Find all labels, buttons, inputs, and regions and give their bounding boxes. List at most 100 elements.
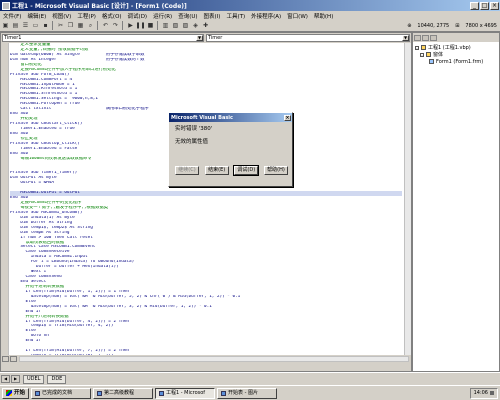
title-bar[interactable]: 工程1 - Microsoft Visual Basic [设计] - [For… xyxy=(0,0,500,11)
menu-format[interactable]: 格式(O) xyxy=(99,12,125,20)
project-explorer-icon[interactable]: ▥ xyxy=(161,21,170,30)
paste-icon[interactable]: ▦ xyxy=(76,21,85,30)
size-icon: ⊞ xyxy=(455,22,460,29)
dialog-title-bar[interactable]: Microsoft Visual Basic × xyxy=(169,113,292,122)
menu-query[interactable]: 查询(U) xyxy=(175,12,200,20)
vertical-scrollbar[interactable] xyxy=(404,43,411,355)
minimize-button[interactable]: _ xyxy=(470,1,479,10)
windows-taskbar: 开始 已完成的文档 第二高级教程 工程1 - Microsof 开始表 - 图片… xyxy=(0,385,500,400)
full-module-view-button[interactable] xyxy=(10,356,17,362)
menu-project[interactable]: 工程(P) xyxy=(74,12,99,20)
copy-icon[interactable]: ❐ xyxy=(66,21,75,30)
code-editor[interactable]: 定义整体变量量 定义变量,,转报的 接收数据平均数 Dim datetmp(600… xyxy=(1,43,411,355)
menu-help[interactable]: 帮助(H) xyxy=(311,12,336,20)
menu-diagram[interactable]: 图表(I) xyxy=(201,12,224,20)
ide-status-bar: ◀ ▶ UDEL DDE xyxy=(0,372,500,385)
code-view-bar xyxy=(1,355,411,363)
collapse-icon[interactable]: - xyxy=(415,45,419,50)
window-title: 工程1 - Microsoft Visual Basic [设计] - [For… xyxy=(12,3,187,10)
tray-icon[interactable] xyxy=(490,391,494,395)
toolbox-icon[interactable]: ✚ xyxy=(201,21,210,30)
position-value: 10440, 2775 xyxy=(417,22,450,29)
properties-icon[interactable]: ▧ xyxy=(171,21,180,30)
document-icon xyxy=(97,390,103,396)
form1-label: Form1 (Form1.frm) xyxy=(436,58,484,65)
code-lines: 定义整体变量量 定义变量,,转报的 接收数据平均数 Dim datetmp(600… xyxy=(10,43,402,355)
form-icon xyxy=(429,59,434,64)
toggle-folders-button[interactable] xyxy=(430,34,437,41)
end-button[interactable]: 结束(E) xyxy=(204,166,229,175)
find-icon[interactable]: ⌕ xyxy=(86,21,95,30)
end-icon[interactable]: ■ xyxy=(146,21,155,30)
tree-node-forms[interactable]: - 窗体 xyxy=(415,51,497,58)
taskbar-item-active[interactable]: 工程1 - Microsof xyxy=(155,387,216,399)
help-button[interactable]: 帮助(H) xyxy=(263,166,288,175)
tree-node-project[interactable]: - 工程1 (工程1.vbp) xyxy=(415,44,497,51)
windows-logo-icon xyxy=(6,390,12,396)
dialog-buttons: 继续(C) 结束(E) 调试(D) 帮助(H) xyxy=(175,165,288,176)
menu-view[interactable]: 视图(V) xyxy=(49,12,74,20)
cut-icon[interactable]: ✂ xyxy=(56,21,65,30)
taskbar-item[interactable]: 开始表 - 图片 xyxy=(217,387,278,399)
object-combo-value: Timer1 xyxy=(4,35,22,41)
add-form-icon[interactable]: ▤ xyxy=(11,21,20,30)
close-button[interactable]: × xyxy=(490,1,499,10)
view-object-button[interactable] xyxy=(422,34,429,41)
system-tray: 14:06 xyxy=(469,387,498,399)
procedure-view-button[interactable] xyxy=(2,356,9,362)
chevron-down-icon[interactable]: ▼ xyxy=(196,35,203,41)
object-browser-icon[interactable]: ◈ xyxy=(191,21,200,30)
start-button[interactable]: 开始 xyxy=(2,387,30,399)
forms-folder-label: 窗体 xyxy=(433,52,444,58)
clock: 14:06 xyxy=(473,390,488,396)
taskbar-item[interactable]: 第二高级教程 xyxy=(93,387,154,399)
error-description-text: 无效的属性值 xyxy=(175,139,209,145)
toolbar-separator xyxy=(97,21,98,30)
debug-button[interactable]: 调试(D) xyxy=(233,165,260,176)
taskbar-item-label: 第二高级教程 xyxy=(104,389,135,396)
collapse-icon[interactable]: - xyxy=(420,52,424,57)
undo-icon[interactable]: ↶ xyxy=(101,21,110,30)
form-layout-icon[interactable]: ▨ xyxy=(181,21,190,30)
tree-node-form1[interactable]: Form1 (Form1.frm) xyxy=(415,58,497,65)
nav-first-icon[interactable]: ◀ xyxy=(1,375,10,383)
object-combo[interactable]: Timer1 ▼ xyxy=(2,34,204,42)
start-icon[interactable]: ▶ xyxy=(126,21,135,30)
vb-app-icon xyxy=(2,1,10,10)
code-window: Timer1 ▼ Timer ▼ 定义整体变量量 定义变量,,转报的 接收数据平… xyxy=(0,32,412,372)
window-tab-dde[interactable]: DDE xyxy=(47,374,67,384)
menu-editor-icon[interactable]: ☰ xyxy=(21,21,30,30)
taskbar-item[interactable]: 已完成的文档 xyxy=(31,387,92,399)
menu-window[interactable]: 窗口(W) xyxy=(284,12,311,20)
vb-app-icon xyxy=(159,390,165,396)
view-code-button[interactable] xyxy=(414,34,421,41)
toolbar-separator xyxy=(52,21,53,30)
add-project-icon[interactable]: ▣ xyxy=(1,21,10,30)
window-tab-udel[interactable]: UDEL xyxy=(23,374,45,384)
nav-next-icon[interactable]: ▶ xyxy=(11,375,20,383)
menu-file[interactable]: 文件(F) xyxy=(0,12,24,20)
project-explorer-toolbar xyxy=(413,33,499,42)
save-icon[interactable]: ▪ xyxy=(41,21,50,30)
menu-debug[interactable]: 调试(D) xyxy=(125,12,151,20)
taskbar-item-label: 开始表 - 图片 xyxy=(228,389,258,396)
chevron-down-icon[interactable]: ▼ xyxy=(402,35,409,41)
breakpoint-margin[interactable] xyxy=(1,43,9,355)
toolbar-separator xyxy=(157,21,158,30)
project-tree: - 工程1 (工程1.vbp) - 窗体 Form1 (Form1.frm) xyxy=(413,42,499,67)
redo-icon[interactable]: ↷ xyxy=(111,21,120,30)
horizontal-scrollbar[interactable] xyxy=(19,356,409,362)
menu-edit[interactable]: 编辑(E) xyxy=(24,12,49,20)
menu-tools[interactable]: 工具(T) xyxy=(223,12,248,20)
taskbar-item-label: 工程1 - Microsof xyxy=(166,389,206,396)
open-icon[interactable]: ▭ xyxy=(31,21,40,30)
start-label: 开始 xyxy=(14,389,26,396)
maximize-button[interactable]: □ xyxy=(480,1,489,10)
procedure-combo[interactable]: Timer ▼ xyxy=(206,34,410,42)
dialog-message: 实时错误 '380' 无效的属性值 xyxy=(169,122,292,150)
continue-button: 继续(C) xyxy=(175,166,199,175)
menu-run[interactable]: 运行(R) xyxy=(150,12,175,20)
break-icon[interactable]: ❚❚ xyxy=(135,21,146,30)
dialog-close-button[interactable]: × xyxy=(284,114,291,121)
menu-addins[interactable]: 外接程序(A) xyxy=(248,12,284,20)
